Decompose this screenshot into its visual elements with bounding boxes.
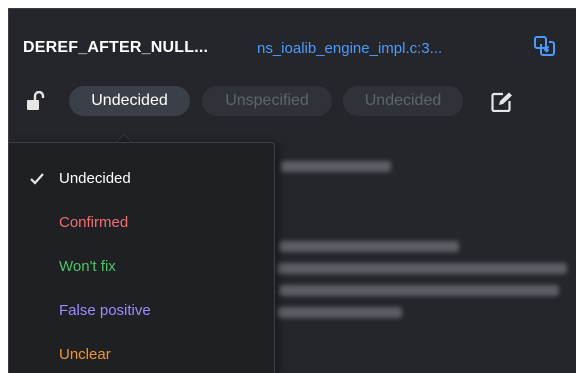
issue-detail-panel: DEREF_AFTER_NULL... ns_ioalib_engine_imp… [8, 8, 576, 373]
menu-item-false-positive[interactable]: False positive [9, 291, 274, 331]
menu-item-wont-fix[interactable]: Won't fix [9, 247, 274, 287]
action-pill[interactable]: Undecided [343, 86, 463, 116]
file-location-link[interactable]: ns_ioalib_engine_impl.c:3... [257, 40, 442, 57]
checker-name: DEREF_AFTER_NULL... [23, 39, 209, 56]
menu-item-confirmed[interactable]: Confirmed [9, 203, 274, 243]
status-pill[interactable]: Undecided [69, 86, 190, 116]
menu-label-undecided: Undecided [59, 170, 131, 187]
menu-label-false-positive: False positive [59, 302, 151, 319]
menu-label-unclear: Unclear [59, 346, 111, 363]
severity-pill[interactable]: Unspecified [202, 86, 332, 116]
copy-link-icon[interactable] [533, 35, 555, 57]
menu-item-undecided[interactable]: Undecided [9, 159, 274, 199]
check-icon [30, 173, 44, 185]
edit-square-icon[interactable] [491, 92, 513, 112]
issue-description-blurred [275, 149, 576, 373]
unlocked-padlock-icon[interactable] [26, 91, 46, 111]
menu-label-confirmed: Confirmed [59, 214, 129, 231]
status-dropdown-menu: Undecided Confirmed Won't fix False posi… [9, 142, 275, 373]
menu-item-unclear[interactable]: Unclear [9, 335, 274, 373]
menu-label-wont-fix: Won't fix [59, 258, 116, 275]
issue-header: DEREF_AFTER_NULL... ns_ioalib_engine_imp… [9, 9, 576, 87]
